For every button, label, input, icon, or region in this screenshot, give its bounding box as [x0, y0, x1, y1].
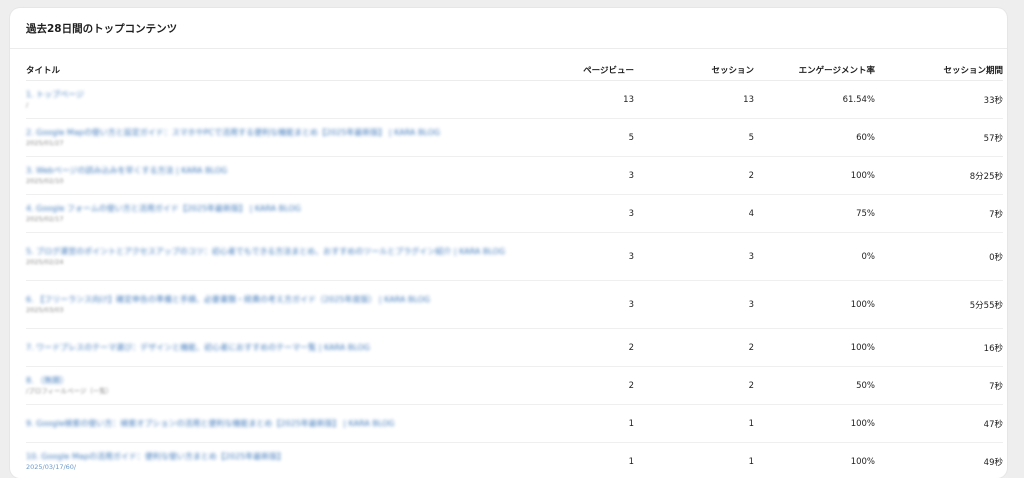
- row-session-duration: 8分25秒: [875, 157, 1003, 195]
- row-subtitle: /: [26, 101, 516, 110]
- card-title: 過去28日間のトップコンテンツ: [26, 21, 177, 36]
- row-subtitle: /プロフィールページ（一覧）: [26, 387, 516, 396]
- header-title[interactable]: タイトル: [26, 60, 516, 81]
- table-row: 2. Google Mapの使い方と設定ガイド：スマホやPCで活用する便利な機能…: [26, 119, 1003, 157]
- row-subtitle: 2025/02/10: [26, 177, 516, 186]
- row-session-duration: 49秒: [875, 443, 1003, 478]
- row-title-link[interactable]: 6. 【フリーランス向け】確定申告の準備と手順、必要書類・経費の考え方ガイド（2…: [26, 294, 506, 305]
- row-subtitle: 2025/02/24: [26, 258, 516, 267]
- row-title-cell: 5. ブログ運営のポイントとアクセスアップのコツ：初心者でもできる方法まとめ、お…: [26, 233, 516, 281]
- row-title-cell: 8. （無題） /プロフィールページ（一覧）: [26, 367, 516, 405]
- header-sessions[interactable]: セッション: [634, 60, 754, 81]
- row-subtitle: 2025/03/17/60/: [26, 463, 516, 472]
- table-row: 5. ブログ運営のポイントとアクセスアップのコツ：初心者でもできる方法まとめ、お…: [26, 233, 1003, 281]
- header-engagement-rate[interactable]: エンゲージメント率: [754, 60, 875, 81]
- row-title-link[interactable]: 3. Webページの読み込みを早くする方法 | KARA BLOG: [26, 165, 506, 176]
- row-engagement-rate: 75%: [754, 195, 875, 233]
- row-sessions: 13: [634, 81, 754, 119]
- row-title-cell: 1. トップページ /: [26, 81, 516, 119]
- card-header: 過去28日間のトップコンテンツ: [10, 8, 1007, 49]
- row-sessions: 4: [634, 195, 754, 233]
- row-engagement-rate: 50%: [754, 367, 875, 405]
- row-subtitle: 2025/02/17: [26, 215, 516, 224]
- row-title-link[interactable]: 4. Google フォームの使い方と活用ガイド【2025年最新版】 | KAR…: [26, 203, 506, 214]
- table-header-row: タイトル ページビュー セッション エンゲージメント率 セッション期間: [26, 60, 1003, 81]
- row-engagement-rate: 61.54%: [754, 81, 875, 119]
- row-session-duration: 47秒: [875, 405, 1003, 443]
- table-row: 10. Google Mapの活用ガイド：便利な使い方まとめ【2025年最新版】…: [26, 443, 1003, 478]
- row-pageviews: 2: [516, 367, 634, 405]
- row-session-duration: 5分55秒: [875, 281, 1003, 329]
- row-title-link[interactable]: 1. トップページ: [26, 89, 506, 100]
- table-row: 6. 【フリーランス向け】確定申告の準備と手順、必要書類・経費の考え方ガイド（2…: [26, 281, 1003, 329]
- table-row: 4. Google フォームの使い方と活用ガイド【2025年最新版】 | KAR…: [26, 195, 1003, 233]
- row-engagement-rate: 100%: [754, 157, 875, 195]
- row-session-duration: 16秒: [875, 329, 1003, 367]
- row-title-link[interactable]: 7. ワードプレスのテーマ選び：デザインと機能、初心者におすすめのテーマ一覧 |…: [26, 342, 506, 353]
- row-engagement-rate: 0%: [754, 233, 875, 281]
- row-title-cell: 10. Google Mapの活用ガイド：便利な使い方まとめ【2025年最新版】…: [26, 443, 516, 478]
- row-pageviews: 3: [516, 233, 634, 281]
- row-title-link[interactable]: 9. Google検索の使い方：検索オプションの活用と便利な機能まとめ【2025…: [26, 418, 506, 429]
- row-sessions: 1: [634, 405, 754, 443]
- table-row: 9. Google検索の使い方：検索オプションの活用と便利な機能まとめ【2025…: [26, 405, 1003, 443]
- row-title-link[interactable]: 10. Google Mapの活用ガイド：便利な使い方まとめ【2025年最新版】: [26, 451, 506, 462]
- header-session-duration[interactable]: セッション期間: [875, 60, 1003, 81]
- row-engagement-rate: 100%: [754, 405, 875, 443]
- row-session-duration: 7秒: [875, 195, 1003, 233]
- table-row: 7. ワードプレスのテーマ選び：デザインと機能、初心者におすすめのテーマ一覧 |…: [26, 329, 1003, 367]
- row-pageviews: 2: [516, 329, 634, 367]
- table-row: 1. トップページ / 13 13 61.54% 33秒: [26, 81, 1003, 119]
- row-sessions: 3: [634, 233, 754, 281]
- row-title-cell: 9. Google検索の使い方：検索オプションの活用と便利な機能まとめ【2025…: [26, 405, 516, 443]
- row-pageviews: 3: [516, 281, 634, 329]
- row-title-cell: 7. ワードプレスのテーマ選び：デザインと機能、初心者におすすめのテーマ一覧 |…: [26, 329, 516, 367]
- row-engagement-rate: 100%: [754, 329, 875, 367]
- row-pageviews: 1: [516, 443, 634, 478]
- row-title-link[interactable]: 5. ブログ運営のポイントとアクセスアップのコツ：初心者でもできる方法まとめ、お…: [26, 246, 506, 257]
- row-session-duration: 0秒: [875, 233, 1003, 281]
- header-pageviews[interactable]: ページビュー: [516, 60, 634, 81]
- row-engagement-rate: 100%: [754, 443, 875, 478]
- row-pageviews: 1: [516, 405, 634, 443]
- row-title-cell: 4. Google フォームの使い方と活用ガイド【2025年最新版】 | KAR…: [26, 195, 516, 233]
- row-subtitle: 2025/03/03: [26, 306, 516, 315]
- row-engagement-rate: 100%: [754, 281, 875, 329]
- row-sessions: 3: [634, 281, 754, 329]
- table-row: 8. （無題） /プロフィールページ（一覧） 2 2 50% 7秒: [26, 367, 1003, 405]
- row-session-duration: 57秒: [875, 119, 1003, 157]
- row-pageviews: 13: [516, 81, 634, 119]
- row-session-duration: 33秒: [875, 81, 1003, 119]
- row-engagement-rate: 60%: [754, 119, 875, 157]
- row-pageviews: 3: [516, 157, 634, 195]
- row-pageviews: 5: [516, 119, 634, 157]
- row-subtitle: 2025/01/27: [26, 139, 516, 148]
- row-title-link[interactable]: 2. Google Mapの使い方と設定ガイド：スマホやPCで活用する便利な機能…: [26, 127, 506, 138]
- row-sessions: 2: [634, 367, 754, 405]
- row-title-link[interactable]: 8. （無題）: [26, 375, 506, 386]
- row-session-duration: 7秒: [875, 367, 1003, 405]
- top-content-card: 過去28日間のトップコンテンツ タイトル ページビュー セッション エンゲージメ…: [10, 8, 1007, 478]
- row-pageviews: 3: [516, 195, 634, 233]
- row-title-cell: 6. 【フリーランス向け】確定申告の準備と手順、必要書類・経費の考え方ガイド（2…: [26, 281, 516, 329]
- row-sessions: 2: [634, 157, 754, 195]
- table-row: 3. Webページの読み込みを早くする方法 | KARA BLOG 2025/0…: [26, 157, 1003, 195]
- row-title-cell: 3. Webページの読み込みを早くする方法 | KARA BLOG 2025/0…: [26, 157, 516, 195]
- row-sessions: 1: [634, 443, 754, 478]
- row-sessions: 5: [634, 119, 754, 157]
- row-title-cell: 2. Google Mapの使い方と設定ガイド：スマホやPCで活用する便利な機能…: [26, 119, 516, 157]
- row-sessions: 2: [634, 329, 754, 367]
- top-content-table: タイトル ページビュー セッション エンゲージメント率 セッション期間 1. ト…: [26, 60, 1003, 478]
